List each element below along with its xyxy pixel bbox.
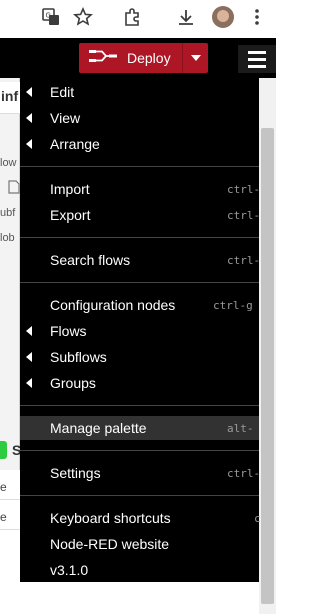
table-row: e [0, 470, 20, 500]
menu-item-search-flows[interactable]: Search flows ctrl- [20, 248, 261, 272]
menu-item-arrange[interactable]: Arrange [20, 132, 259, 156]
menu-divider [20, 450, 259, 451]
submenu-arrow-icon [26, 326, 32, 336]
menu-item-shortcut: alt- [227, 422, 254, 435]
menu-item-label: Configuration nodes [50, 297, 176, 313]
menu-item-version: v3.1.0 [20, 558, 259, 582]
menu-item-label: Keyboard shortcuts [50, 510, 171, 526]
menu-divider [20, 495, 259, 496]
menu-divider [20, 282, 259, 283]
hamburger-menu-button[interactable] [238, 45, 276, 73]
menu-item-manage-palette[interactable]: Manage palette alt- [20, 416, 259, 440]
submenu-arrow-icon [26, 378, 32, 388]
menu-item-label: Flows [50, 323, 87, 339]
menu-item-import[interactable]: Import ctrl- [20, 177, 261, 201]
menu-item-view[interactable]: View [20, 106, 259, 130]
menu-item-label: Import [50, 181, 90, 197]
deploy-icon [89, 48, 117, 69]
menu-divider [20, 237, 259, 238]
menu-item-edit[interactable]: Edit [20, 80, 259, 104]
menu-divider [20, 405, 259, 406]
menu-item-label: Arrange [50, 136, 100, 152]
menu-item-shortcut: ctrl- [227, 183, 261, 196]
caret-down-icon [190, 55, 201, 61]
menu-item-label: View [50, 110, 81, 126]
panel-line: low [0, 157, 17, 169]
menu-item-shortcut: ctrl- [227, 467, 261, 480]
avatar[interactable] [212, 6, 234, 28]
node-icon [8, 180, 20, 197]
scrollbar-thumb[interactable] [261, 128, 274, 604]
menu-item-label: Subflows [50, 349, 107, 365]
menu-item-flows[interactable]: Flows [20, 319, 259, 343]
deploy-options-button[interactable] [182, 43, 208, 73]
menu-item-subflows[interactable]: Subflows [20, 345, 259, 369]
deploy-label: Deploy [127, 50, 171, 66]
menu-item-settings[interactable]: Settings ctrl- [20, 461, 261, 485]
menu-item-shortcut: c [254, 512, 261, 525]
submenu-arrow-icon [26, 352, 32, 362]
menu-item-shortcut: ctrl- [227, 209, 261, 222]
more-icon[interactable] [246, 6, 268, 28]
submenu-arrow-icon [26, 87, 32, 97]
menu-item-configuration-nodes[interactable]: Configuration nodes ctrl-g [20, 293, 259, 317]
deploy-main-button[interactable]: Deploy [79, 43, 182, 73]
menu-item-export[interactable]: Export ctrl- [20, 203, 261, 227]
deploy-button[interactable]: Deploy [79, 43, 208, 73]
menu-item-keyboard-shortcuts[interactable]: Keyboard shortcuts c [20, 506, 261, 530]
submenu-arrow-icon [26, 113, 32, 123]
browser-toolbar: G [0, 0, 276, 38]
submenu-arrow-icon [26, 139, 32, 149]
download-icon[interactable] [175, 6, 197, 28]
menu-item-label: Node-RED website [50, 536, 170, 552]
table-row: e [0, 500, 20, 530]
menu-item-label: v3.1.0 [50, 562, 89, 578]
menu-item-node-red-website[interactable]: Node-RED website [20, 532, 259, 556]
menu-item-label: Manage palette [50, 420, 147, 436]
main-menu: Edit View Arrange Import ctrl- Export ct… [20, 78, 261, 582]
extension-icon[interactable] [121, 6, 143, 28]
panel-line: ubf [0, 207, 16, 219]
menu-item-label: Settings [50, 465, 101, 481]
menu-item-label: Edit [50, 84, 75, 100]
menu-item-label: Export [50, 207, 91, 223]
tab-fragment: inf [1, 88, 19, 104]
hamburger-icon [248, 50, 266, 54]
menu-item-groups[interactable]: Groups [20, 371, 259, 395]
menu-item-shortcut: ctrl- [227, 254, 261, 267]
panel-line: lob [0, 232, 15, 244]
status-indicator [0, 441, 7, 459]
translate-icon[interactable]: G [40, 6, 62, 28]
menu-item-label: Groups [50, 375, 96, 391]
menu-item-label: Search flows [50, 252, 131, 268]
svg-text:G: G [46, 12, 51, 20]
star-icon[interactable] [72, 6, 94, 28]
menu-divider [20, 166, 259, 167]
background-table: e e [0, 470, 20, 554]
menu-item-shortcut: ctrl-g [213, 299, 253, 312]
